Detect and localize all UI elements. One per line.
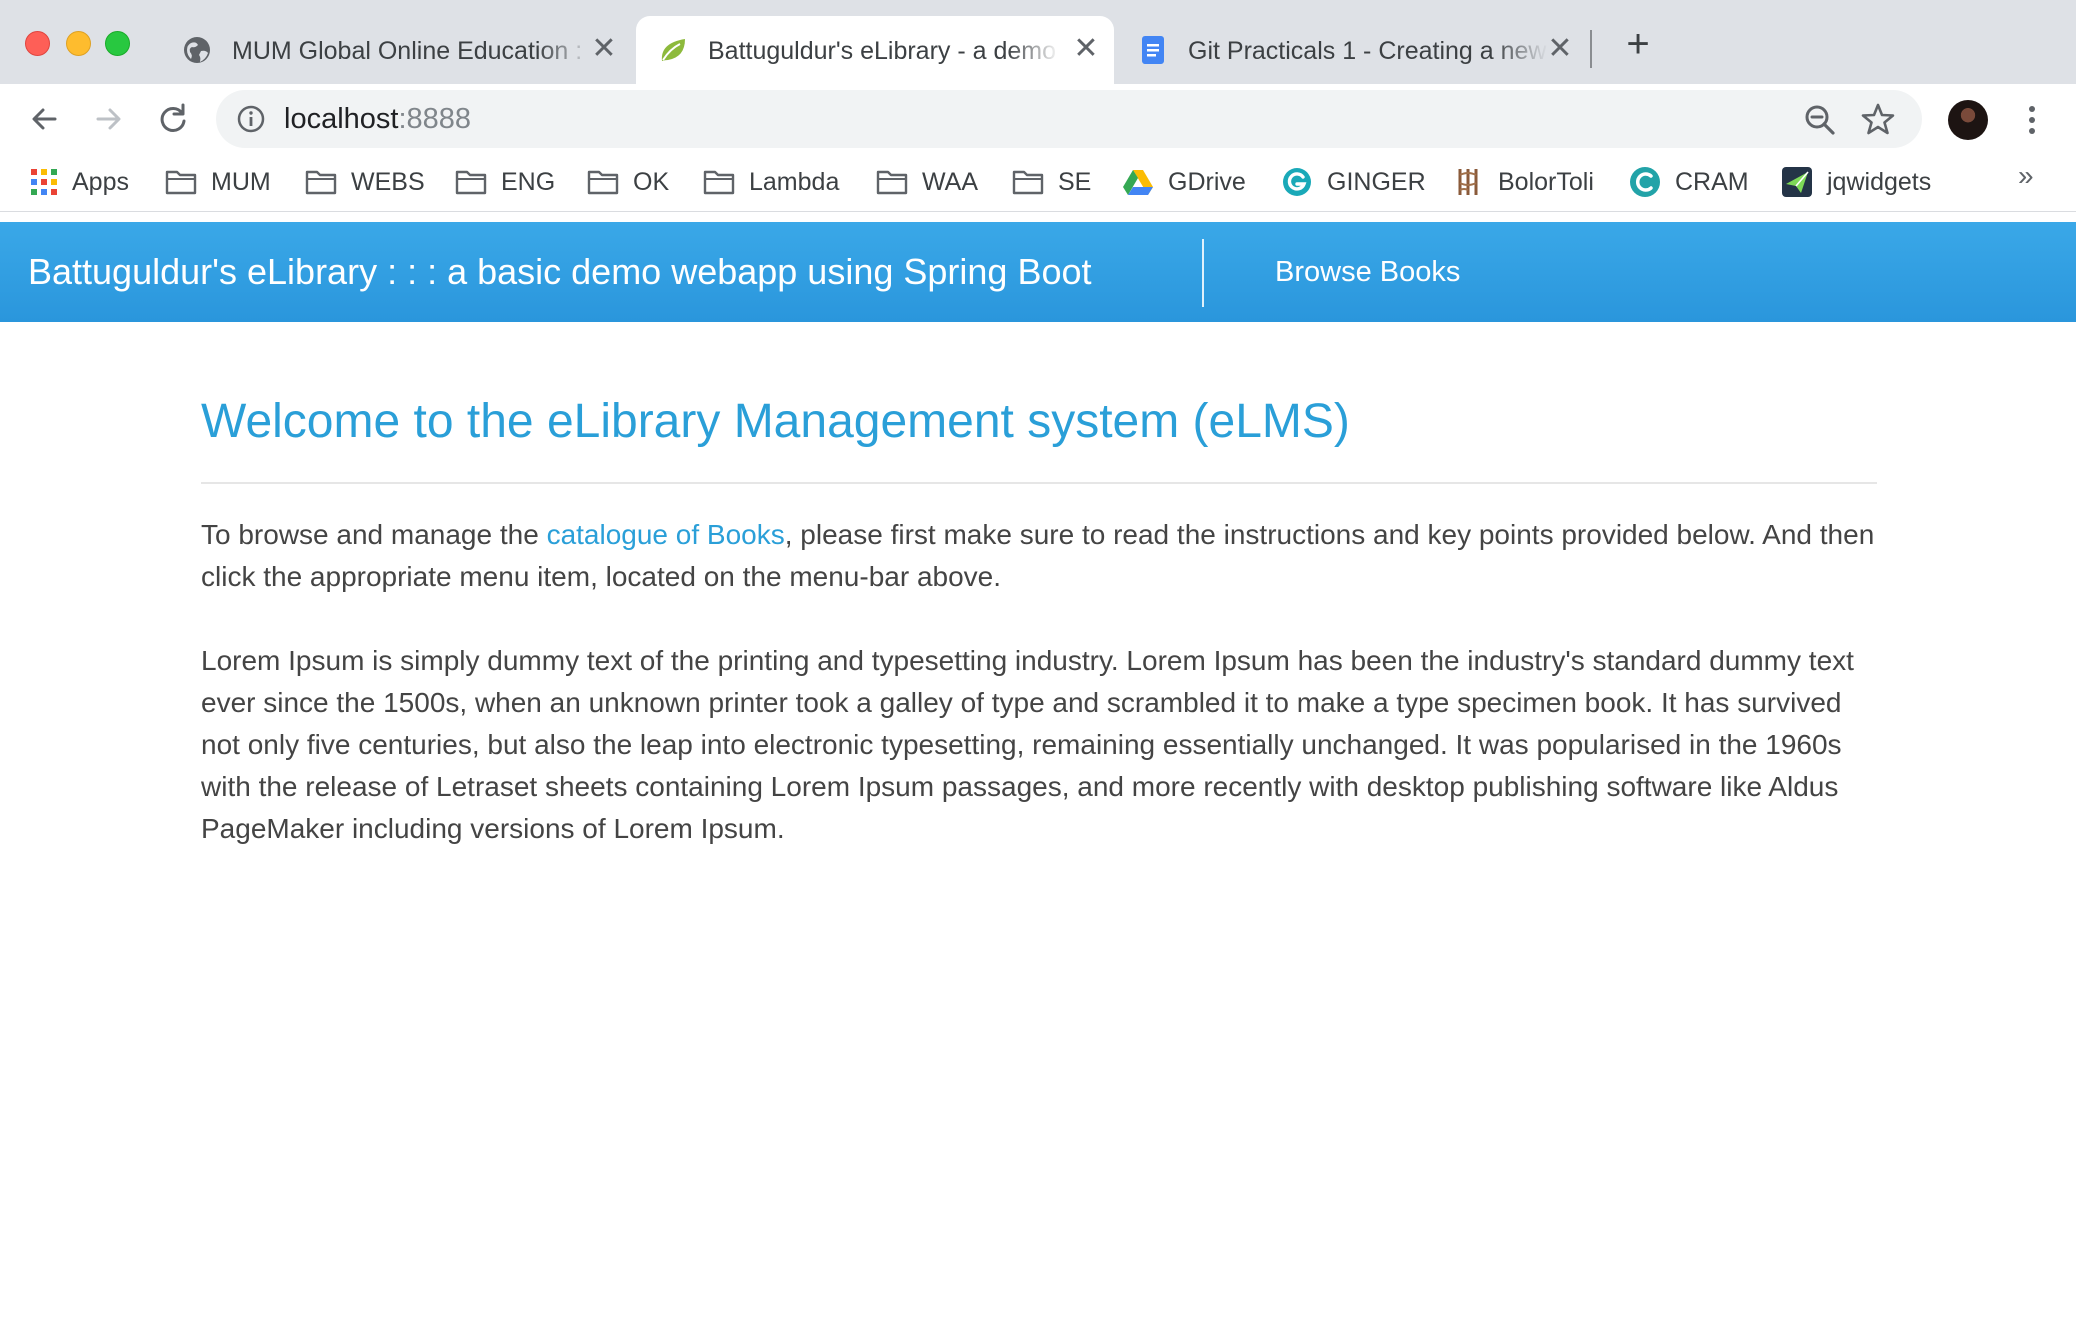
- bookmark-label: SE: [1058, 167, 1092, 196]
- bookmark-label: OK: [633, 167, 670, 196]
- bookmark-label: MUM: [211, 167, 271, 196]
- bookmark-label: jqwidgets: [1827, 167, 1932, 196]
- bookmark-folder-lambda[interactable]: Lambda: [703, 162, 839, 202]
- folder-icon: [305, 170, 337, 195]
- tab-close-icon[interactable]: ✕: [1072, 34, 1100, 64]
- bookmark-label: WEBS: [351, 167, 425, 196]
- site-info-icon[interactable]: [236, 104, 266, 134]
- bookmarks-bar: Apps MUM WEBS ENG OK Lambda WAA SE GDriv…: [0, 154, 2076, 212]
- bookmark-label: BolorToli: [1498, 167, 1594, 196]
- folder-icon: [876, 170, 908, 195]
- folder-icon: [587, 170, 619, 195]
- google-drive-icon: [1123, 170, 1153, 195]
- tab-title: Battuguldur's eLibrary - a demo: [708, 37, 1057, 65]
- apps-grid-icon: [31, 169, 57, 195]
- bookmark-label: GDrive: [1168, 167, 1246, 196]
- forward-arrow-icon[interactable]: [88, 98, 130, 140]
- browser-menu-icon[interactable]: [2018, 100, 2046, 140]
- folder-icon: [1012, 170, 1044, 195]
- bookmark-label: Lambda: [749, 167, 840, 196]
- browse-books-link[interactable]: Browse Books: [1275, 254, 1460, 290]
- bookmark-ginger[interactable]: GINGER: [1281, 162, 1426, 202]
- profile-avatar[interactable]: [1948, 100, 1988, 140]
- tab-separator: [1590, 30, 1592, 68]
- address-host: localhost: [284, 103, 399, 135]
- intro-text-before: To browse and manage the: [201, 519, 547, 550]
- reload-icon[interactable]: [152, 98, 194, 140]
- ginger-icon: [1283, 168, 1311, 196]
- bookmark-folder-webs[interactable]: WEBS: [305, 162, 425, 202]
- main-content: Welcome to the eLibrary Management syste…: [201, 390, 1877, 850]
- bookmark-apps[interactable]: Apps: [30, 162, 129, 202]
- bookmark-folder-se[interactable]: SE: [1012, 162, 1091, 202]
- bookmark-label: WAA: [922, 167, 979, 196]
- browser-toolbar: localhost:8888: [0, 84, 2076, 154]
- bookmark-gdrive[interactable]: GDrive: [1122, 162, 1246, 202]
- browser-tab-strip: MUM Global Online Education : ✕ Battugul…: [0, 0, 2076, 84]
- browser-tab-mum[interactable]: MUM Global Online Education : ✕: [160, 16, 632, 84]
- zoom-icon[interactable]: [1802, 102, 1838, 138]
- window-minimize-button[interactable]: [66, 31, 91, 56]
- window-zoom-button[interactable]: [105, 31, 130, 56]
- folder-icon: [165, 170, 197, 195]
- bookmark-jqwidgets[interactable]: jqwidgets: [1781, 162, 1931, 202]
- spring-leaf-icon: [661, 39, 685, 61]
- new-tab-button[interactable]: +: [1618, 24, 1658, 66]
- page-title: Welcome to the eLibrary Management syste…: [201, 390, 1877, 484]
- lorem-paragraph: Lorem Ipsum is simply dummy text of the …: [201, 645, 1854, 844]
- tab-close-icon[interactable]: ✕: [1546, 34, 1574, 64]
- bolortoli-icon: [1458, 169, 1478, 195]
- bookmark-cram[interactable]: CRAM: [1629, 162, 1749, 202]
- bookmark-bolortoli[interactable]: BolorToli: [1452, 162, 1594, 202]
- tab-close-icon[interactable]: ✕: [590, 34, 618, 64]
- bookmark-label: ENG: [501, 167, 556, 196]
- navbar-divider: [1202, 239, 1204, 307]
- bookmark-folder-ok[interactable]: OK: [587, 162, 669, 202]
- bookmark-star-icon[interactable]: [1860, 101, 1896, 137]
- bookmark-label: CRAM: [1675, 167, 1749, 196]
- bookmark-label: Apps: [72, 167, 129, 196]
- folder-icon: [703, 170, 735, 195]
- app-navbar: Battuguldur's eLibrary : : : a basic dem…: [0, 222, 2076, 322]
- browser-tab-git-practicals[interactable]: Git Practicals 1 - Creating a new ✕: [1116, 16, 1588, 84]
- jqwidgets-icon: [1782, 167, 1812, 197]
- bookmark-folder-mum[interactable]: MUM: [165, 162, 271, 202]
- address-url[interactable]: localhost:8888: [284, 101, 471, 137]
- tab-title: Git Practicals 1 - Creating a new: [1188, 37, 1547, 65]
- address-port: :8888: [398, 103, 472, 135]
- folder-icon: [455, 170, 487, 195]
- tab-title: MUM Global Online Education :: [232, 37, 583, 65]
- intro-paragraph: To browse and manage the catalogue of Bo…: [201, 514, 1877, 598]
- back-arrow-icon[interactable]: [23, 98, 65, 140]
- bookmarks-overflow-button[interactable]: »: [2018, 160, 2034, 192]
- window-close-button[interactable]: [25, 31, 50, 56]
- catalogue-link[interactable]: catalogue of Books: [547, 519, 785, 550]
- cram-icon: [1630, 167, 1660, 197]
- bookmark-folder-waa[interactable]: WAA: [876, 162, 978, 202]
- globe-icon: [184, 37, 210, 63]
- browser-tab-elibrary[interactable]: Battuguldur's eLibrary - a demo ✕: [636, 16, 1114, 84]
- app-brand[interactable]: Battuguldur's eLibrary : : : a basic dem…: [28, 250, 1092, 294]
- google-docs-icon: [1142, 36, 1164, 64]
- address-bar[interactable]: localhost:8888: [216, 90, 1922, 148]
- bookmark-label: GINGER: [1327, 167, 1426, 196]
- bookmark-folder-eng[interactable]: ENG: [455, 162, 555, 202]
